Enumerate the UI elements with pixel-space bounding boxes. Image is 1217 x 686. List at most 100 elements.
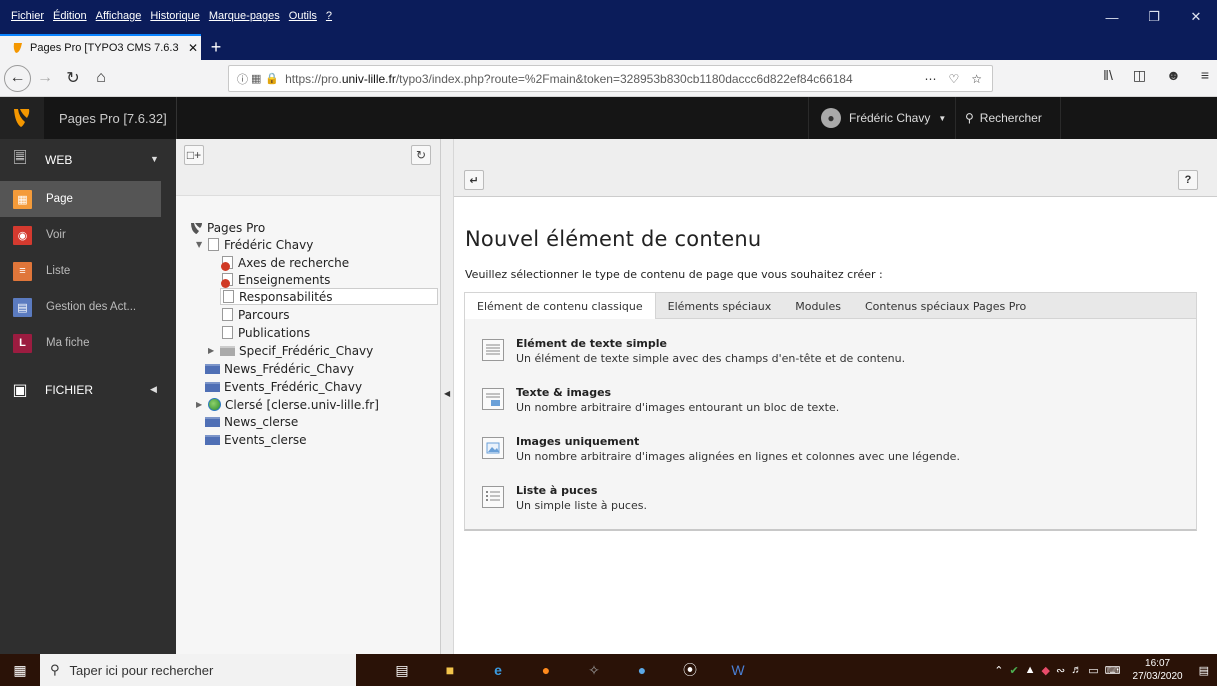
search-button[interactable]: ⚲ Rechercher	[957, 97, 1061, 139]
close-tab-icon[interactable]: ✕	[185, 41, 201, 55]
tab-speciaux[interactable]: Eléments spéciaux	[656, 293, 784, 319]
new-page-icon[interactable]: □+	[184, 145, 204, 165]
tree-node-events-clerse[interactable]: Events_clerse	[205, 431, 307, 448]
menu-marque-pages[interactable]: Marque-pages	[209, 10, 280, 22]
tree-node-publications[interactable]: Publications	[222, 324, 310, 341]
text-image-icon	[482, 388, 504, 410]
page-icon	[222, 308, 233, 321]
restore-icon[interactable]: ❐	[1133, 0, 1175, 34]
text-element-icon	[482, 339, 504, 361]
tab-modules[interactable]: Modules	[783, 293, 853, 319]
task-view-icon[interactable]: ▤	[378, 654, 426, 686]
back-icon[interactable]: ←	[4, 64, 31, 92]
tree-node-label: Pages Pro	[207, 220, 266, 235]
menu-edition[interactable]: Édition	[53, 10, 87, 22]
reload-icon[interactable]: ↻	[59, 64, 87, 92]
news-module-icon: ▤	[13, 297, 32, 317]
notifications-icon[interactable]: ▤	[1199, 664, 1209, 677]
wifi-icon[interactable]: ∾	[1056, 664, 1065, 677]
tree-node-news-clerse[interactable]: News_clerse	[205, 413, 298, 430]
tree-node-news-frederic[interactable]: News_Frédéric_Chavy	[205, 360, 354, 377]
url-bar[interactable]: ⓘ ▦ 🔒 https://pro.univ-lille.fr/typo3/in…	[228, 65, 993, 92]
cloud-app-icon[interactable]: ●	[618, 654, 666, 686]
module-liste[interactable]: ≡ Liste	[0, 253, 176, 289]
site-name[interactable]: Pages Pro [7.6.32]	[59, 111, 167, 126]
image-icon: ▣	[12, 382, 28, 399]
library-icon[interactable]: ‖\	[1103, 67, 1113, 84]
return-icon[interactable]: ↵	[464, 170, 484, 190]
pocket-icon[interactable]: ♡	[948, 72, 959, 86]
url-prefix: https://pro.	[285, 71, 342, 86]
tab-classique[interactable]: Elément de contenu classique	[465, 293, 656, 320]
clock-date: 27/03/2020	[1132, 671, 1183, 682]
network-app-icon[interactable]: ▲	[1025, 664, 1036, 676]
tree-node-clerse[interactable]: ▶ Clersé [clerse.univ-lille.fr]	[196, 396, 379, 413]
bookmark-star-icon[interactable]: ☆	[971, 72, 982, 86]
wizard-item-textpic[interactable]: Texte & images Un nombre arbitraire d'im…	[482, 386, 839, 414]
clock[interactable]: 16:07 27/03/2020	[1133, 657, 1183, 683]
view-module-icon: ◉	[13, 225, 32, 245]
typo3-logo-icon[interactable]	[0, 97, 44, 139]
app-tray-icon[interactable]: ◆	[1042, 664, 1050, 677]
globe-icon	[208, 398, 221, 411]
module-ma-fiche[interactable]: L Ma fiche	[0, 325, 176, 361]
menu-outils[interactable]: Outils	[289, 10, 317, 22]
tree-node-axes[interactable]: Axes de recherche	[221, 254, 349, 271]
module-voir[interactable]: ◉ Voir	[0, 217, 176, 253]
toolbar-right: ‖\ ◫ ☻ ≡	[1103, 67, 1209, 84]
tree-node-specif[interactable]: ▶ Specif_Frédéric_Chavy	[208, 342, 373, 359]
tree-node-events-frederic[interactable]: Events_Frédéric_Chavy	[205, 378, 362, 395]
close-window-icon[interactable]: ✕	[1175, 0, 1217, 34]
sidebar-icon[interactable]: ◫	[1133, 67, 1146, 84]
tree-collapse-handle[interactable]: ◀	[441, 139, 454, 654]
user-menu[interactable]: ● Frédéric Chavy ▼	[808, 97, 956, 139]
refresh-icon[interactable]: ↻	[411, 145, 431, 165]
info-icon[interactable]: ⓘ	[237, 71, 248, 87]
show-hidden-icons-icon[interactable]: ⌃	[994, 664, 1003, 677]
module-group-fichier[interactable]: ▣ FICHIER ◀	[0, 369, 176, 411]
menu-affichage[interactable]: Affichage	[96, 10, 142, 22]
app-icon[interactable]: ⦿	[666, 654, 714, 686]
volume-icon[interactable]: ♬	[1071, 664, 1082, 676]
tree-node-enseignements[interactable]: Enseignements	[221, 271, 330, 288]
page-tree-panel: □+ ↻ Pages Pro ▼ Frédéric Chavy Axes de …	[176, 139, 441, 654]
wizard-item-text[interactable]: Elément de texte simple Un élément de te…	[482, 337, 905, 365]
firefox-icon[interactable]: ●	[522, 654, 570, 686]
module-page[interactable]: ▦ Page	[0, 181, 161, 217]
expand-icon[interactable]: ▶	[208, 346, 218, 355]
keyboard-icon[interactable]: ⌨	[1105, 664, 1121, 677]
browser-tab[interactable]: Pages Pro [TYPO3 CMS 7.6.32] ✕	[0, 34, 201, 60]
lock-icon[interactable]: 🔒	[265, 72, 279, 85]
tree-node-frederic-chavy[interactable]: ▼ Frédéric Chavy	[196, 236, 313, 253]
collapse-icon[interactable]: ▼	[196, 240, 206, 249]
account-icon[interactable]: ☻	[1166, 67, 1181, 84]
tree-node-parcours[interactable]: Parcours	[222, 306, 289, 323]
tree-node-responsabilites[interactable]: Responsabilités	[220, 288, 438, 305]
tree-root[interactable]: Pages Pro	[190, 219, 265, 236]
wizard-item-bullets[interactable]: Liste à puces Un simple liste à puces.	[482, 484, 647, 512]
help-button[interactable]: ?	[1178, 170, 1198, 190]
battery-icon[interactable]: ▭	[1088, 664, 1098, 677]
app-icon[interactable]: ✧	[570, 654, 618, 686]
windows-start-icon[interactable]: ▦	[0, 654, 40, 686]
new-tab-icon[interactable]: +	[201, 34, 231, 60]
menu-fichier[interactable]: Fichier	[11, 10, 44, 22]
security-icon[interactable]: ✔	[1009, 664, 1018, 677]
hamburger-menu-icon[interactable]: ≡	[1201, 67, 1209, 84]
menu-historique[interactable]: Historique	[150, 10, 200, 22]
page-actions-icon[interactable]: ⋯	[924, 72, 936, 86]
tracking-icon[interactable]: ▦	[251, 72, 261, 85]
edge-icon[interactable]: e	[474, 654, 522, 686]
wizard-item-images[interactable]: Images uniquement Un nombre arbitraire d…	[482, 435, 960, 463]
word-icon[interactable]: W	[714, 654, 762, 686]
module-gestion-actualites[interactable]: ▤ Gestion des Act...	[0, 289, 176, 325]
module-group-web[interactable]: 🗏 WEB ▼	[0, 139, 176, 181]
forward-icon[interactable]: →	[31, 64, 59, 92]
home-icon[interactable]: ⌂	[87, 64, 115, 92]
file-explorer-icon[interactable]: ■	[426, 654, 474, 686]
taskbar-search[interactable]: ⚲ Taper ici pour rechercher	[40, 654, 356, 686]
expand-icon[interactable]: ▶	[196, 400, 206, 409]
menu-help[interactable]: ?	[326, 10, 332, 22]
tab-pages-pro[interactable]: Contenus spéciaux Pages Pro	[853, 293, 1038, 319]
minimize-icon[interactable]: —	[1091, 0, 1133, 34]
